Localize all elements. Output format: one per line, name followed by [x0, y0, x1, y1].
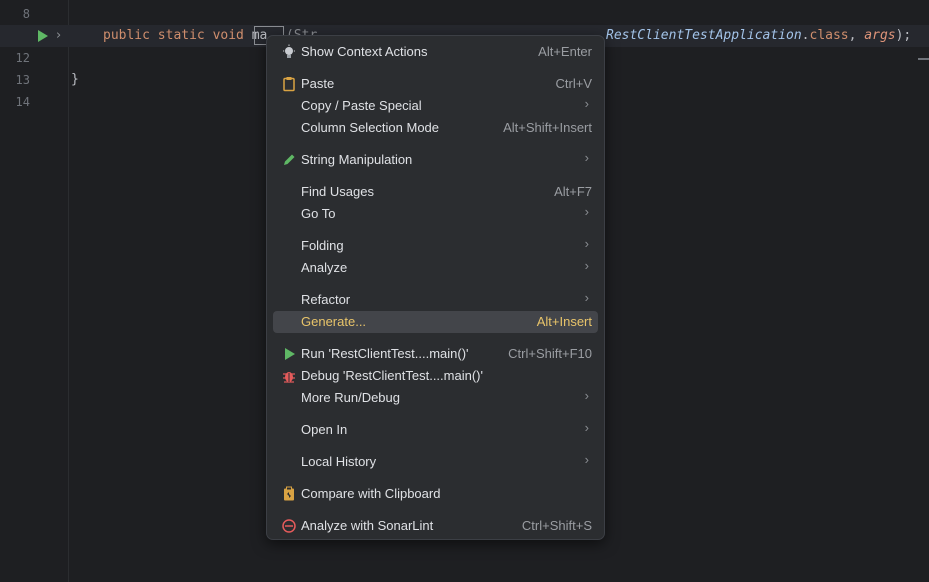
- menu-item-find-usages[interactable]: Find Usages Alt+F7: [273, 181, 598, 203]
- menu-item-shortcut: Alt+Insert: [536, 314, 592, 329]
- line-number: 12: [15, 51, 30, 65]
- menu-item-label: Paste: [301, 76, 335, 91]
- menu-item-refactor[interactable]: Refactor ›: [273, 289, 598, 311]
- menu-item-debug[interactable]: Debug 'RestClientTest....main()': [273, 365, 598, 387]
- code-keywords: public static void: [103, 28, 244, 43]
- menu-item-label: Column Selection Mode: [301, 120, 440, 135]
- menu-item-shortcut: Alt+Shift+Insert: [503, 120, 592, 135]
- menu-item-shortcut: Alt+Enter: [538, 44, 592, 59]
- menu-item-label: Open In: [301, 422, 348, 437]
- line-number: 13: [15, 73, 30, 87]
- menu-item-label: Compare with Clipboard: [301, 486, 441, 501]
- menu-item-shortcut: Ctrl+Shift+F10: [508, 346, 592, 361]
- line-number: 14: [15, 95, 30, 109]
- chevron-right-icon: ›: [584, 420, 589, 435]
- compare-clipboard-icon: [281, 486, 297, 502]
- menu-item-column-selection-mode[interactable]: Column Selection Mode Alt+Shift+Insert: [273, 117, 598, 139]
- menu-item-go-to[interactable]: Go To ›: [273, 203, 598, 225]
- code-end: );: [895, 28, 912, 43]
- chevron-right-icon: ›: [584, 452, 589, 467]
- chevron-right-icon[interactable]: ›: [56, 28, 61, 43]
- code-class-keyword: class: [809, 28, 849, 43]
- sonarlint-icon: [281, 518, 297, 534]
- menu-item-show-context-actions[interactable]: Show Context Actions Alt+Enter: [273, 41, 598, 63]
- menu-item-shortcut: Alt+F7: [554, 184, 592, 199]
- run-gutter-icon[interactable]: [38, 30, 48, 42]
- editor-gutter: 8 9 12 13 14: [0, 0, 69, 582]
- chevron-right-icon: ›: [584, 96, 589, 111]
- menu-item-label: Local History: [301, 454, 377, 469]
- menu-item-string-manipulation[interactable]: String Manipulation ›: [273, 149, 598, 171]
- editor-context-menu: Show Context Actions Alt+Enter Paste Ctr…: [266, 35, 605, 540]
- menu-item-label: Refactor: [301, 292, 351, 307]
- menu-item-label: Copy / Paste Special: [301, 98, 422, 113]
- menu-item-label: Show Context Actions: [301, 44, 428, 59]
- menu-item-label: Folding: [301, 238, 344, 253]
- menu-item-label: Analyze with SonarLint: [301, 518, 434, 533]
- run-icon: [281, 346, 297, 362]
- menu-item-analyze-with-sonarlint[interactable]: Analyze with SonarLint Ctrl+Shift+S: [273, 515, 598, 537]
- menu-item-generate[interactable]: Generate... Alt+Insert: [273, 311, 598, 333]
- code-class-ref: RestClientTestApplication: [606, 28, 802, 43]
- menu-item-analyze[interactable]: Analyze ›: [273, 257, 598, 279]
- menu-item-paste[interactable]: Paste Ctrl+V: [273, 73, 598, 95]
- chevron-right-icon: ›: [584, 388, 589, 403]
- chevron-right-icon: ›: [584, 290, 589, 305]
- code-comma: ,: [848, 28, 865, 43]
- menu-item-label: Find Usages: [301, 184, 374, 199]
- menu-item-compare-with-clipboard[interactable]: Compare with Clipboard: [273, 483, 598, 505]
- chevron-right-icon: ›: [584, 204, 589, 219]
- menu-item-label: Go To: [301, 206, 336, 221]
- line-number: 8: [22, 7, 30, 21]
- code-dot: .: [801, 28, 810, 43]
- scrollbar-marker[interactable]: [918, 58, 929, 60]
- menu-item-shortcut: Ctrl+Shift+S: [521, 518, 592, 533]
- bug-icon: [281, 368, 297, 384]
- code-line-9-tail[interactable]: RestClientTestApplication.class, args);: [606, 26, 911, 46]
- menu-item-label: String Manipulation: [301, 152, 413, 167]
- code-line-13: }: [71, 72, 79, 87]
- menu-item-label: Analyze: [301, 260, 348, 275]
- chevron-right-icon: ›: [584, 258, 589, 273]
- menu-item-run[interactable]: Run 'RestClientTest....main()' Ctrl+Shif…: [273, 343, 598, 365]
- menu-item-label: More Run/Debug: [301, 390, 400, 405]
- menu-item-label: Generate...: [301, 314, 367, 329]
- menu-item-shortcut: Ctrl+V: [555, 76, 592, 91]
- pencil-icon: [281, 152, 297, 168]
- menu-item-label: Debug 'RestClientTest....main()': [301, 368, 483, 383]
- code-line-9[interactable]: public static void ma: [103, 26, 267, 46]
- menu-item-more-run-debug[interactable]: More Run/Debug ›: [273, 387, 598, 409]
- chevron-right-icon: ›: [584, 236, 589, 251]
- chevron-right-icon: ›: [584, 150, 589, 165]
- code-args: args: [864, 28, 896, 43]
- lightbulb-icon: [281, 44, 297, 60]
- menu-item-local-history[interactable]: Local History ›: [273, 451, 598, 473]
- menu-item-label: Run 'RestClientTest....main()': [301, 346, 469, 361]
- clipboard-icon: [281, 76, 297, 92]
- menu-item-open-in[interactable]: Open In ›: [273, 419, 598, 441]
- menu-item-copy-paste-special[interactable]: Copy / Paste Special ›: [273, 95, 598, 117]
- menu-item-folding[interactable]: Folding ›: [273, 235, 598, 257]
